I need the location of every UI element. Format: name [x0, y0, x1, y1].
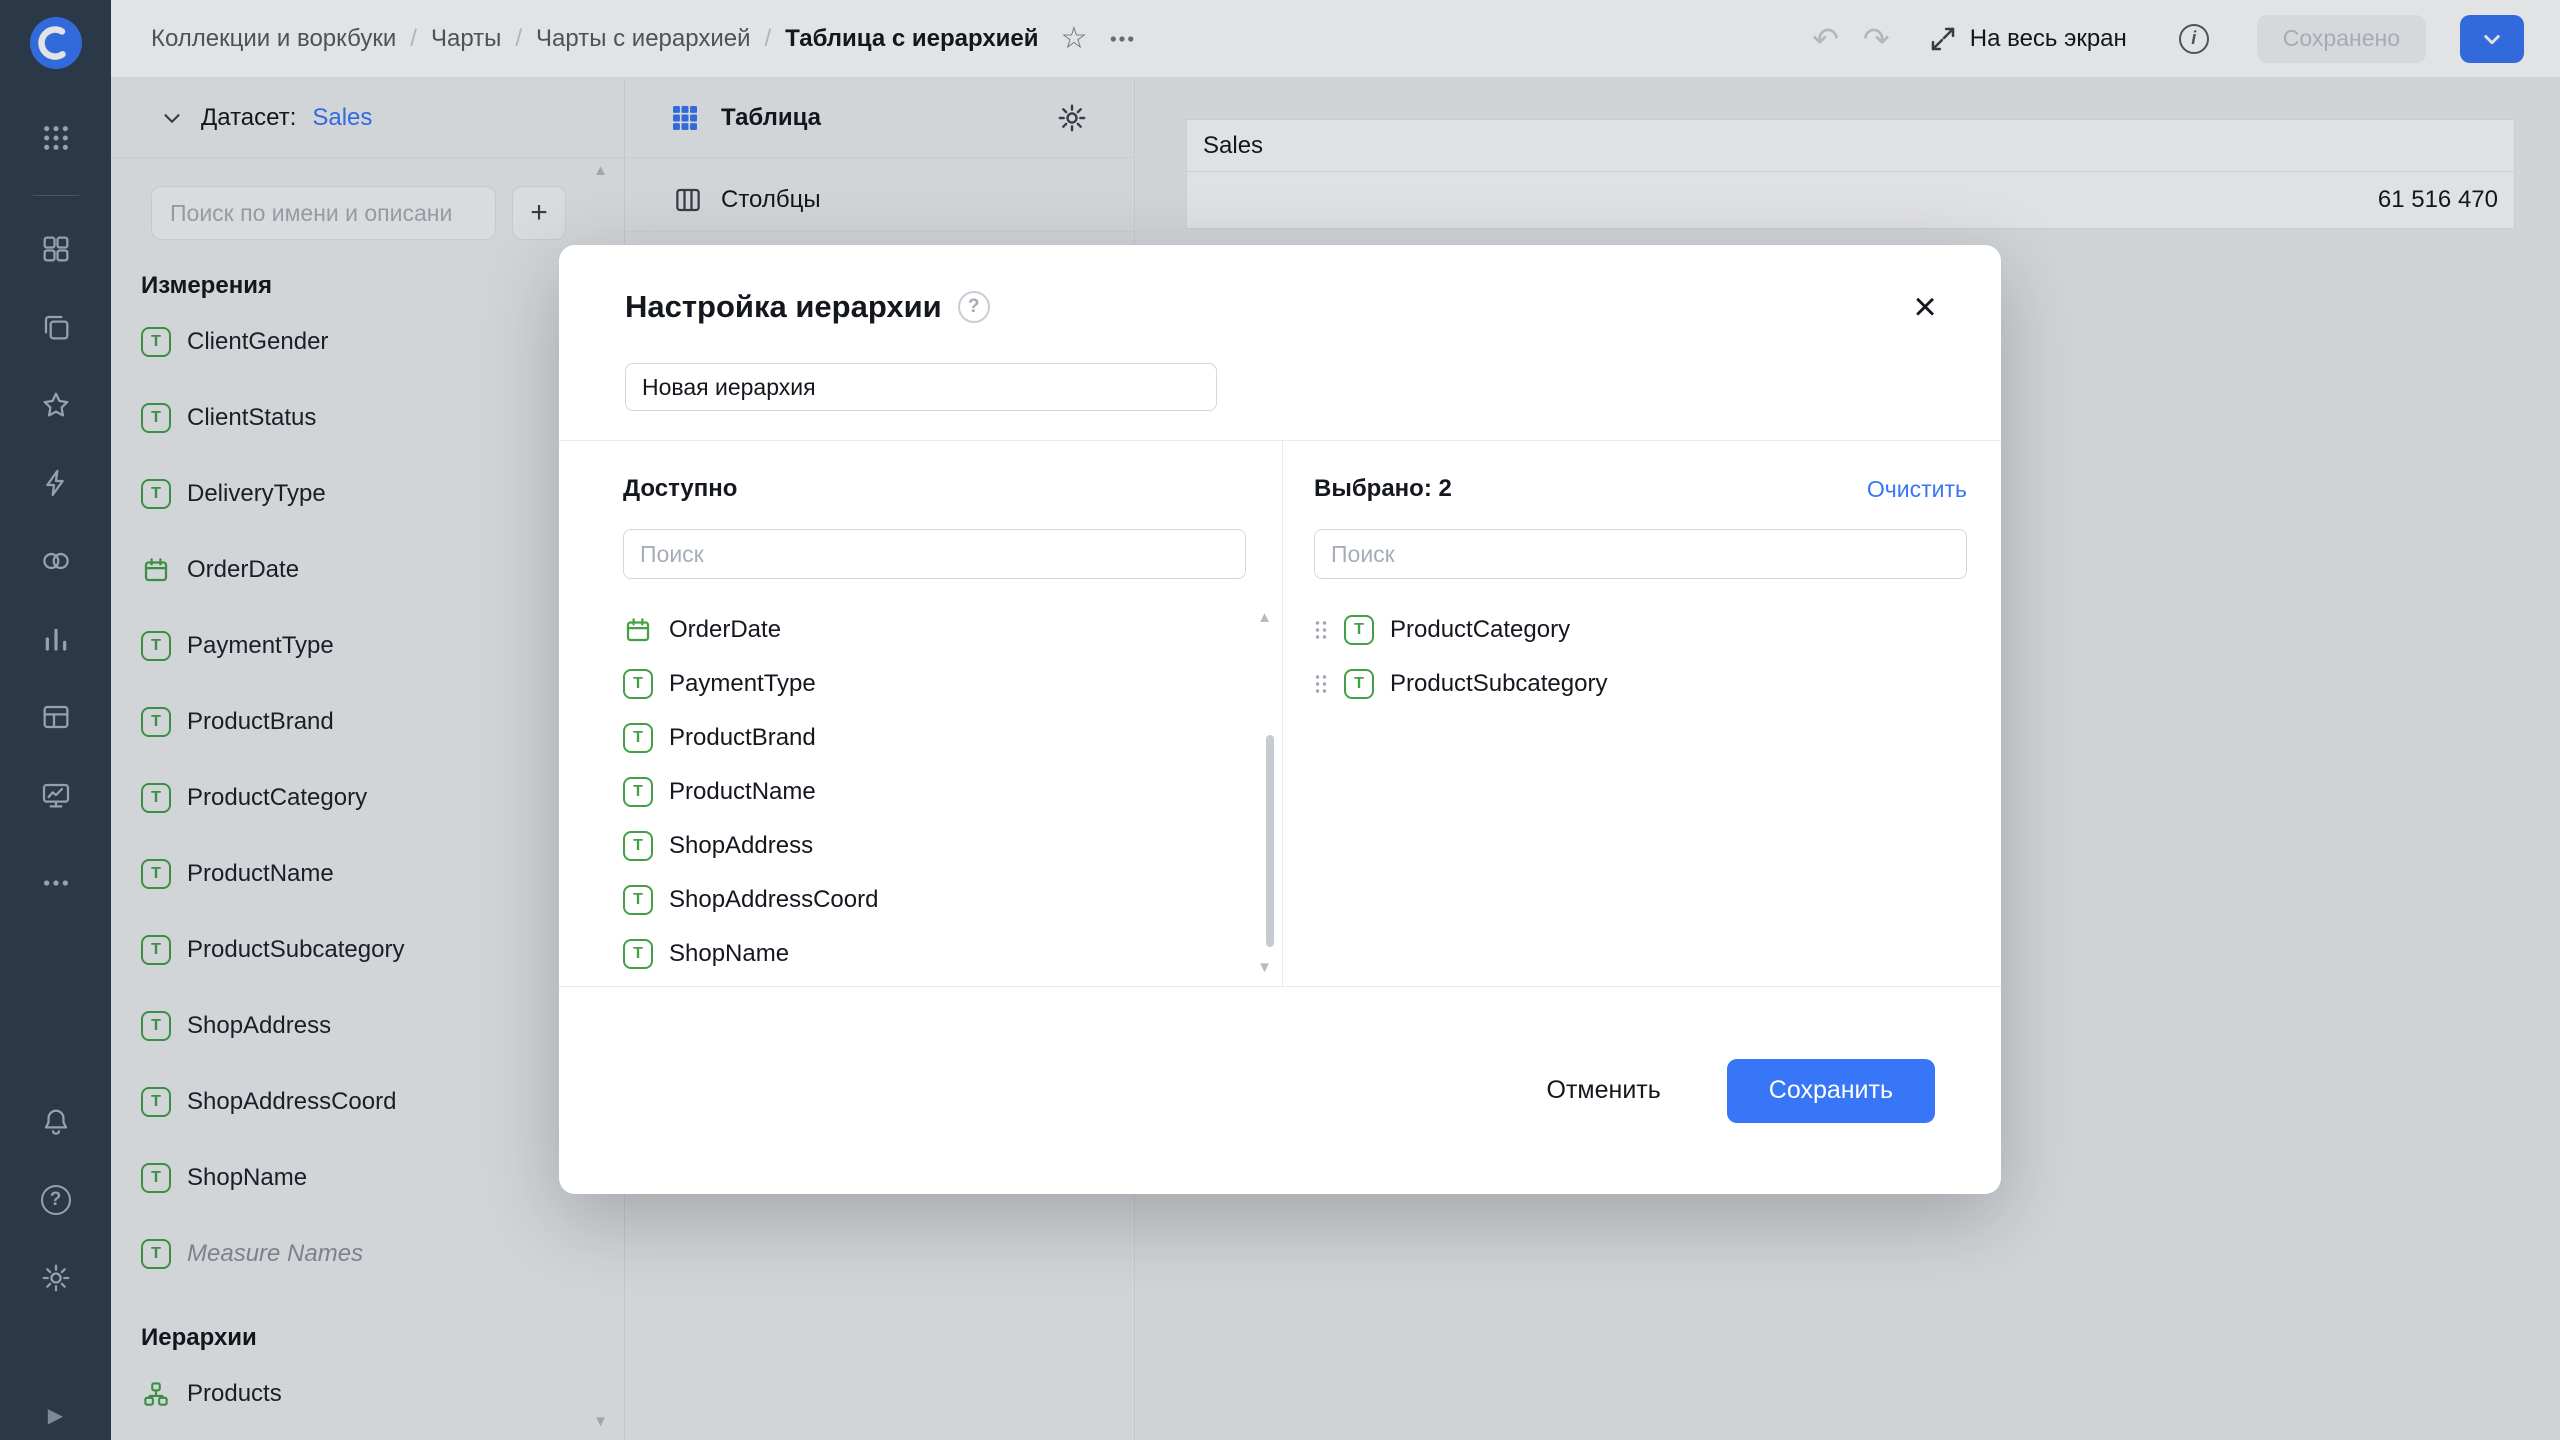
modal-columns: Доступно OrderDate T PaymentType T Product… — [559, 441, 2001, 986]
save-button[interactable]: Сохранить — [1727, 1059, 1935, 1123]
available-item[interactable]: T ShopAddressCoord — [623, 873, 1246, 927]
available-item-label: ShopName — [669, 940, 789, 968]
available-item[interactable]: T PaymentType — [623, 657, 1246, 711]
hierarchy-name-input[interactable] — [625, 363, 1217, 411]
available-list: OrderDate T PaymentType T ProductBrand T Pr… — [623, 603, 1246, 981]
available-item-label: PaymentType — [669, 670, 816, 698]
modal-header: Настройка иерархии ? × — [559, 245, 2001, 441]
available-item-label: ShopAddressCoord — [669, 886, 878, 914]
selected-column: Выбрано: 2 Очистить T ProductCategory T — [1283, 441, 2001, 986]
available-item[interactable]: T ProductBrand — [623, 711, 1246, 765]
available-item[interactable]: OrderDate — [623, 603, 1246, 657]
scroll-down-icon[interactable]: ▼ — [1257, 959, 1272, 976]
selected-column-header: Выбрано: 2 Очистить — [1314, 475, 1967, 503]
available-item[interactable]: T ShopAddress — [623, 819, 1246, 873]
available-column-header: Доступно — [623, 475, 1246, 503]
scroll-up-icon[interactable]: ▲ — [1257, 609, 1272, 626]
modal-title: Настройка иерархии — [625, 289, 942, 325]
available-search-input[interactable] — [623, 529, 1246, 579]
drag-handle-icon[interactable] — [1314, 619, 1328, 641]
available-item-label: ProductName — [669, 778, 816, 806]
text-field-icon: T — [623, 939, 653, 969]
calendar-field-icon — [623, 615, 653, 645]
cancel-button[interactable]: Отменить — [1517, 1059, 1691, 1123]
available-column: Доступно OrderDate T PaymentType T Product… — [559, 441, 1283, 986]
available-item[interactable]: T ShopName — [623, 927, 1246, 981]
available-item-label: OrderDate — [669, 616, 781, 644]
available-item-label: ShopAddress — [669, 832, 813, 860]
selected-search-input[interactable] — [1314, 529, 1967, 579]
available-item[interactable]: T ProductName — [623, 765, 1246, 819]
available-item-label: ProductBrand — [669, 724, 816, 752]
text-field-icon: T — [623, 885, 653, 915]
selected-list: T ProductCategory T ProductSubcategory — [1314, 603, 1967, 711]
text-field-icon: T — [623, 831, 653, 861]
modal-footer: Отменить Сохранить — [559, 986, 2001, 1194]
close-icon[interactable]: × — [1903, 285, 1947, 329]
modal-title-row: Настройка иерархии ? — [625, 289, 1937, 325]
selected-title: Выбрано: 2 — [1314, 475, 1452, 503]
text-field-icon: T — [1344, 669, 1374, 699]
text-field-icon: T — [623, 777, 653, 807]
text-field-icon: T — [623, 723, 653, 753]
help-hint-icon[interactable]: ? — [958, 291, 990, 323]
text-field-icon: T — [623, 669, 653, 699]
drag-handle-icon[interactable] — [1314, 673, 1328, 695]
hierarchy-settings-modal: Настройка иерархии ? × Доступно OrderDat… — [559, 245, 2001, 1194]
selected-item-label: ProductCategory — [1390, 616, 1570, 644]
text-field-icon: T — [1344, 615, 1374, 645]
clear-selection-link[interactable]: Очистить — [1867, 476, 1967, 503]
selected-item-label: ProductSubcategory — [1390, 670, 1607, 698]
selected-item[interactable]: T ProductSubcategory — [1314, 657, 1967, 711]
selected-item[interactable]: T ProductCategory — [1314, 603, 1967, 657]
scrollbar-thumb[interactable] — [1266, 735, 1274, 947]
available-title: Доступно — [623, 475, 737, 503]
